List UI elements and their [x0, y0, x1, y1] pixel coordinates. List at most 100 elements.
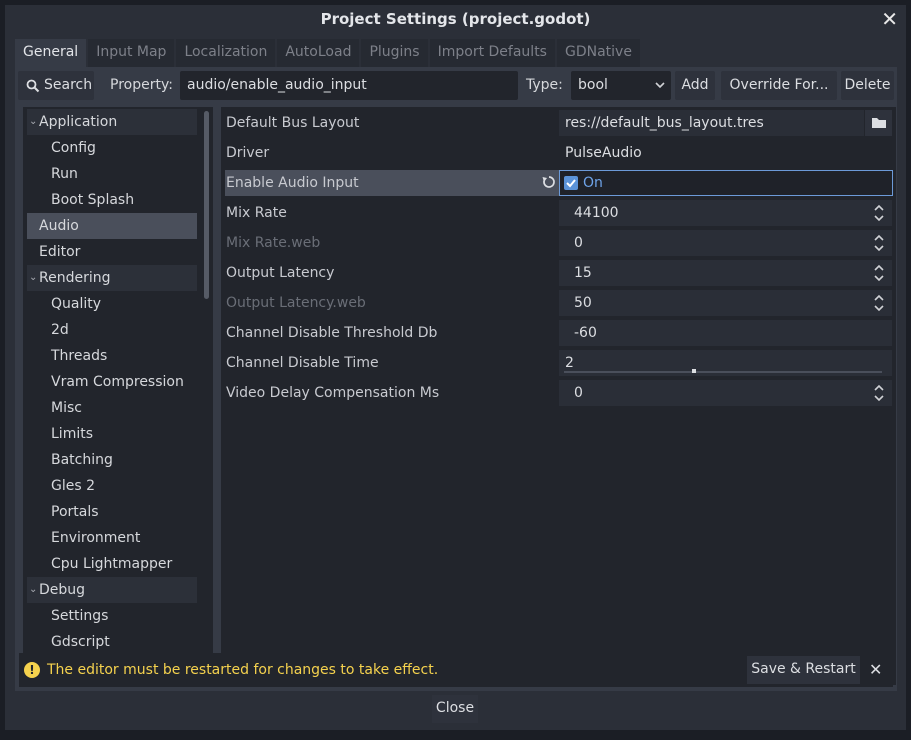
tree-scrollbar[interactable] — [204, 111, 209, 299]
tree-item-run[interactable]: Run — [27, 161, 197, 187]
slider-track[interactable] — [564, 371, 882, 373]
tree-item-gles-2[interactable]: Gles 2 — [27, 473, 197, 499]
tree-item-label: Environment — [51, 530, 141, 546]
property-input[interactable]: audio/enable_audio_input — [180, 71, 518, 100]
tree-item-environment[interactable]: Environment — [27, 525, 197, 551]
property-row-driver: Driver PulseAudio — [221, 140, 896, 166]
title-bar: Project Settings (project.godot) ✕ — [5, 5, 906, 35]
tree-section-debug[interactable]: ⌄ Debug — [27, 577, 197, 603]
window-close-icon[interactable]: ✕ — [881, 7, 898, 31]
checkbox-label: On — [583, 175, 603, 191]
default-bus-layout-field[interactable]: res://default_bus_layout.tres — [559, 110, 864, 136]
tree-item-quality[interactable]: Quality — [27, 291, 197, 317]
spin-arrows-icon[interactable] — [874, 294, 884, 312]
property-name: Driver — [226, 145, 270, 161]
type-value: bool — [578, 77, 608, 93]
restart-message: The editor must be restarted for changes… — [47, 662, 439, 678]
tree-item-cpu-lightmapper[interactable]: Cpu Lightmapper — [27, 551, 197, 577]
video-delay-compensation-spinbox[interactable]: 0 — [559, 380, 892, 406]
tab-import-defaults[interactable]: Import Defaults — [429, 39, 555, 67]
tree-item-misc[interactable]: Misc — [27, 395, 197, 421]
tree-item-vram-compression[interactable]: Vram Compression — [27, 369, 197, 395]
tree-item-label: Portals — [51, 504, 99, 520]
spin-arrows-icon[interactable] — [874, 384, 884, 402]
add-button[interactable]: Add — [675, 71, 715, 100]
driver-field[interactable]: PulseAudio — [559, 140, 892, 166]
tree-item-label: Boot Splash — [51, 192, 135, 208]
spinbox-value: 15 — [574, 265, 592, 281]
property-name: Mix Rate.web — [226, 235, 321, 251]
tree-item-gdscript[interactable]: Gdscript — [27, 629, 197, 655]
checkbox-checked-icon — [564, 176, 578, 190]
spinbox-value: 0 — [574, 385, 583, 401]
property-name: Enable Audio Input — [226, 175, 359, 191]
tree-item-2d[interactable]: 2d — [27, 317, 197, 343]
tab-general[interactable]: General — [15, 39, 87, 67]
output-latency-spinbox[interactable]: 15 — [559, 260, 892, 286]
tree-item-label: Threads — [51, 348, 108, 364]
general-panel: Search Property: audio/enable_audio_inpu… — [15, 67, 897, 691]
tree-item-label: Vram Compression — [51, 374, 184, 390]
tree-item-label: Debug — [39, 582, 86, 598]
folder-browse-button[interactable] — [865, 110, 892, 136]
property-row-output-latency: Output Latency 15 — [221, 260, 896, 286]
tree-item-threads[interactable]: Threads — [27, 343, 197, 369]
tab-plugins[interactable]: Plugins — [361, 39, 428, 67]
tab-gdnative[interactable]: GDNative — [556, 39, 640, 67]
tree-item-label: Limits — [51, 426, 93, 442]
output-latency-web-spinbox[interactable]: 50 — [559, 290, 892, 316]
chevron-down-icon: ⌄ — [29, 116, 38, 127]
tree-item-editor[interactable]: Editor — [27, 239, 197, 265]
delete-button[interactable]: Delete — [841, 71, 894, 100]
tree-item-label: Config — [51, 140, 96, 156]
property-label: Property: — [110, 77, 173, 93]
tree-item-config[interactable]: Config — [27, 135, 197, 161]
tree-item-settings[interactable]: Settings — [27, 603, 197, 629]
tab-input-map[interactable]: Input Map — [88, 39, 175, 67]
revert-icon[interactable] — [541, 174, 557, 190]
mix-rate-spinbox[interactable]: 44100 — [559, 200, 892, 226]
tree-item-batching[interactable]: Batching — [27, 447, 197, 473]
tree-item-label: Application — [39, 114, 118, 130]
tab-autoload[interactable]: AutoLoad — [277, 39, 360, 67]
tree-item-label: Cpu Lightmapper — [51, 556, 173, 572]
spin-arrows-icon[interactable] — [874, 234, 884, 252]
tree-item-label: Rendering — [39, 270, 111, 286]
property-row-mix-rate: Mix Rate 44100 — [221, 200, 896, 226]
tree-item-label: Batching — [51, 452, 113, 468]
type-select[interactable]: bool — [571, 71, 671, 100]
close-button[interactable]: Close — [432, 695, 478, 723]
tree-item-label: Gles 2 — [51, 478, 96, 494]
property-name: Output Latency.web — [226, 295, 366, 311]
spin-arrows-icon[interactable] — [874, 204, 884, 222]
override-for-button[interactable]: Override For... — [721, 71, 837, 100]
section-tree: ⌄ Application Config Run Boot Splash Aud… — [23, 107, 213, 685]
search-button[interactable]: Search — [18, 71, 94, 100]
tab-localization[interactable]: Localization — [176, 39, 276, 67]
tree-item-audio[interactable]: Audio — [27, 213, 197, 239]
dismiss-notice-icon[interactable]: ✕ — [869, 653, 882, 687]
tree-section-application[interactable]: ⌄ Application — [27, 109, 197, 135]
mix-rate-web-spinbox[interactable]: 0 — [559, 230, 892, 256]
tree-item-limits[interactable]: Limits — [27, 421, 197, 447]
property-name: Video Delay Compensation Ms — [226, 385, 440, 401]
spinbox-value: 50 — [574, 295, 592, 311]
property-row-enable-audio-input: Enable Audio Input On — [221, 170, 896, 196]
type-label: Type: — [526, 77, 563, 93]
folder-icon — [872, 118, 886, 128]
tree-item-portals[interactable]: Portals — [27, 499, 197, 525]
tree-section-rendering[interactable]: ⌄ Rendering — [27, 265, 197, 291]
window-title: Project Settings (project.godot) — [320, 10, 591, 28]
tree-item-label: Settings — [51, 608, 109, 624]
channel-disable-threshold-db-field[interactable]: -60 — [559, 320, 892, 346]
property-name: Channel Disable Threshold Db — [226, 325, 438, 341]
slider-grabber[interactable] — [692, 369, 696, 373]
save-restart-button[interactable]: Save & Restart — [747, 656, 860, 684]
tree-item-boot-splash[interactable]: Boot Splash — [27, 187, 197, 213]
tree-item-label: 2d — [51, 322, 69, 338]
spin-arrows-icon[interactable] — [874, 264, 884, 282]
chevron-down-icon: ⌄ — [29, 584, 38, 595]
restart-notice-bar: ! The editor must be restarted for chang… — [19, 653, 893, 687]
tree-item-label: Gdscript — [51, 634, 110, 650]
enable-audio-input-checkbox[interactable]: On — [559, 170, 893, 196]
